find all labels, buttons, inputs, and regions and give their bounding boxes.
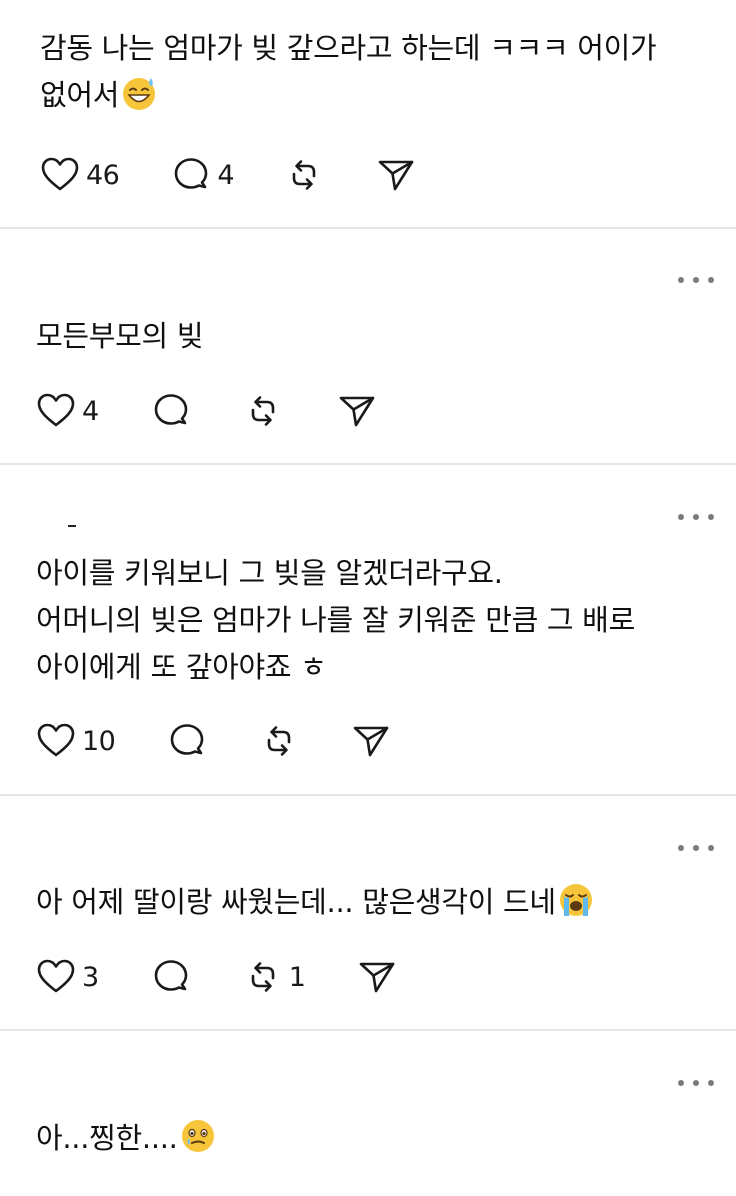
more-options-button[interactable] [678, 510, 714, 524]
post-actions: 10 [36, 721, 391, 761]
repost-arrows-icon [259, 721, 299, 761]
repost-button[interactable] [243, 391, 283, 431]
reply-button[interactable]: 4 [171, 155, 235, 195]
post-actions: 46 4 [40, 155, 416, 195]
more-options-button[interactable] [678, 1076, 714, 1090]
post-text-line: 모든부모의 빚 [36, 319, 204, 353]
post-text-line: 아이를 키워보니 그 빚을 알겠더라구요. [36, 556, 503, 590]
repost-button[interactable] [284, 155, 324, 195]
post-text: 아이를 키워보니 그 빚을 알겠더라구요. 어머니의 빚은 엄마가 나를 잘 키… [36, 550, 635, 691]
post-text-line: 없어서 [40, 78, 120, 112]
post-text-line: 아 어제 딸이랑 싸웠는데... 많은생각이 드네 [36, 885, 556, 919]
comment-bubble-icon [167, 721, 207, 761]
post-3: 아이를 키워보니 그 빚을 알겠더라구요. 어머니의 빚은 엄마가 나를 잘 키… [0, 465, 736, 795]
repost-arrows-icon [243, 957, 283, 997]
comment-bubble-icon [151, 391, 191, 431]
repost-arrows-icon [243, 391, 283, 431]
more-horizontal-icon [678, 514, 684, 520]
post-4: 아 어제 딸이랑 싸웠는데... 많은생각이 드네 3 1 [0, 796, 736, 1030]
like-count: 4 [82, 395, 99, 427]
more-horizontal-icon [678, 1080, 684, 1086]
send-paper-plane-icon [357, 957, 397, 997]
send-paper-plane-icon [351, 721, 391, 761]
repost-button[interactable]: 1 [243, 957, 306, 997]
like-count: 46 [86, 159, 120, 191]
post-5: 아...찡한.... [0, 1031, 736, 1196]
heart-icon [36, 721, 76, 761]
post-text-line: 아이에게 또 갚아야죠 ㅎ [36, 650, 327, 684]
reply-button[interactable] [167, 721, 207, 761]
post-text-line: 감동 나는 엄마가 빚 갚으라고 하는데 ㅋㅋㅋ 어이가 [40, 31, 657, 65]
post-1: 감동 나는 엄마가 빚 갚으라고 하는데 ㅋㅋㅋ 어이가 없어서 46 4 [0, 0, 736, 228]
post-text: 감동 나는 엄마가 빚 갚으라고 하는데 ㅋㅋㅋ 어이가 없어서 [40, 25, 657, 119]
repost-button[interactable] [259, 721, 299, 761]
heart-icon [36, 957, 76, 997]
more-options-button[interactable] [678, 273, 714, 287]
post-text: 아...찡한.... [36, 1115, 216, 1162]
like-button[interactable]: 3 [36, 957, 99, 997]
heart-icon [40, 155, 80, 195]
share-button[interactable] [357, 957, 397, 997]
reply-count: 4 [217, 159, 235, 191]
share-button[interactable] [351, 721, 391, 761]
send-paper-plane-icon [337, 391, 377, 431]
loudly-crying-emoji [558, 882, 594, 918]
like-button[interactable]: 46 [40, 155, 120, 195]
avatar-fragment [68, 525, 76, 527]
like-count: 3 [82, 961, 99, 993]
grinning-sweat-emoji [121, 75, 157, 111]
heart-icon [36, 391, 76, 431]
post-actions: 3 1 [36, 957, 397, 997]
post-text-line: 아...찡한.... [36, 1121, 178, 1155]
more-horizontal-icon [678, 277, 684, 283]
share-button[interactable] [337, 391, 377, 431]
more-horizontal-icon [678, 845, 684, 851]
comment-bubble-icon [171, 155, 211, 195]
holding-back-tears-emoji [180, 1118, 216, 1154]
repost-arrows-icon [284, 155, 324, 195]
more-options-button[interactable] [678, 841, 714, 855]
reply-button[interactable] [151, 957, 191, 997]
post-text: 아 어제 딸이랑 싸웠는데... 많은생각이 드네 [36, 879, 594, 926]
reply-button[interactable] [151, 391, 191, 431]
share-button[interactable] [376, 155, 416, 195]
like-count: 10 [82, 725, 116, 757]
post-text: 모든부모의 빚 [36, 313, 204, 360]
like-button[interactable]: 4 [36, 391, 99, 431]
post-2: 모든부모의 빚 4 [0, 229, 736, 464]
post-text-line: 어머니의 빚은 엄마가 나를 잘 키워준 만큼 그 배로 [36, 603, 635, 637]
like-button[interactable]: 10 [36, 721, 116, 761]
repost-count: 1 [288, 961, 306, 993]
post-actions: 4 [36, 391, 377, 431]
comment-bubble-icon [151, 957, 191, 997]
send-paper-plane-icon [376, 155, 416, 195]
